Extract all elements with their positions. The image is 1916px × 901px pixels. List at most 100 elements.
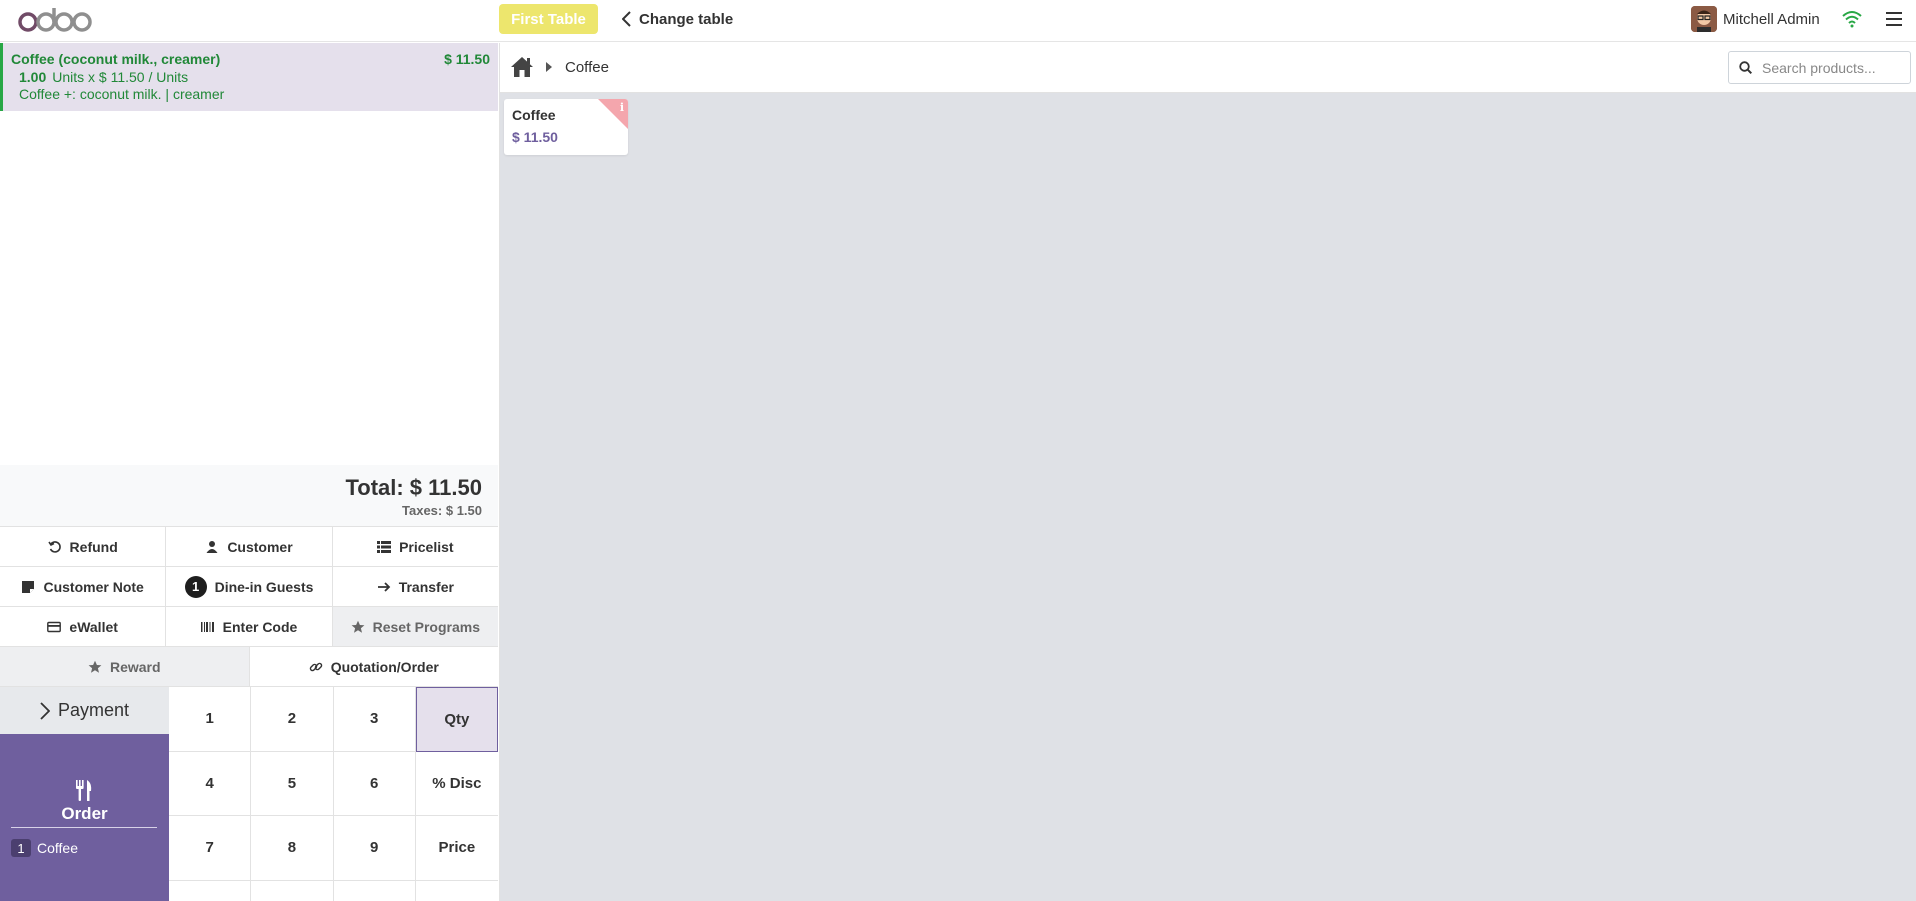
star-icon — [88, 660, 102, 673]
divider — [11, 827, 157, 828]
search-box[interactable] — [1728, 51, 1911, 84]
numpad-mode-discount[interactable]: % Disc — [415, 751, 498, 816]
star-icon — [351, 620, 365, 633]
customer-icon — [206, 540, 218, 553]
reward-label: Reward — [109, 658, 161, 675]
payment-label: Payment — [57, 700, 130, 720]
product-area: Coffee Coffee $ 11.50 i — [499, 43, 1916, 901]
top-navbar: First Table Change table Mitchell Admin — [0, 0, 1916, 42]
numpad-key[interactable]: 0 — [251, 880, 334, 901]
reset-programs-label: Reset Programs — [372, 618, 481, 635]
home-icon[interactable] — [510, 56, 534, 78]
ewallet-label: eWallet — [69, 618, 118, 635]
dine-in-guests-button[interactable]: 1 Dine-in Guests — [166, 567, 333, 606]
search-icon — [1739, 61, 1752, 74]
numpad-mode-price[interactable]: Price — [415, 816, 498, 881]
ewallet-button[interactable]: eWallet — [0, 607, 167, 646]
breadcrumb: Coffee — [500, 43, 1916, 93]
numpad: 1 2 3 Qty 4 5 6 % Disc 7 8 9 Price +/- 0… — [169, 687, 498, 901]
user-name: Mitchell Admin — [1723, 10, 1820, 28]
control-row: eWallet Enter Code Reset Programs — [0, 606, 498, 646]
current-table-label: First Table — [511, 10, 586, 28]
pending-item-qty: 1 — [11, 839, 31, 857]
wallet-icon — [47, 621, 62, 632]
user-menu[interactable]: Mitchell Admin — [1691, 6, 1820, 32]
numpad-key[interactable]: 9 — [333, 816, 416, 881]
transfer-icon — [377, 581, 390, 592]
info-icon[interactable]: i — [620, 101, 624, 114]
pricelist-icon — [377, 540, 392, 553]
order-pane: Coffee (coconut milk., creamer) $ 11.50 … — [0, 43, 498, 901]
customer-note-label: Customer Note — [43, 578, 144, 595]
pending-order-item: 1 Coffee — [11, 839, 78, 857]
numpad-decimal[interactable]: . — [333, 880, 416, 901]
numpad-backspace[interactable]: ⌫ — [415, 880, 498, 901]
wifi-icon[interactable] — [1842, 10, 1862, 28]
hamburger-icon[interactable] — [1886, 11, 1904, 27]
customer-label: Customer — [227, 538, 293, 555]
order-line-price: $ 11.50 — [444, 51, 490, 67]
transfer-label: Transfer — [398, 578, 454, 595]
send-order-button[interactable]: Order 1 Coffee — [0, 734, 169, 901]
numpad-key[interactable]: 7 — [169, 816, 252, 881]
search-input[interactable] — [1762, 59, 1902, 76]
control-row: Customer Note 1 Dine-in Guests Transfer — [0, 566, 498, 606]
dine-in-guests-label: Dine-in Guests — [214, 578, 314, 595]
order-total: Total: $ 11.50 — [345, 475, 482, 500]
order-totals: Total: $ 11.50 Taxes: $ 1.50 — [0, 465, 498, 526]
enter-code-button[interactable]: Enter Code — [166, 607, 333, 646]
avatar — [1691, 6, 1717, 32]
numpad-key[interactable]: 3 — [333, 687, 416, 752]
enter-code-label: Enter Code — [222, 618, 298, 635]
pricelist-label: Pricelist — [399, 538, 454, 555]
breadcrumb-category[interactable]: Coffee — [565, 59, 609, 76]
numpad-key[interactable]: 2 — [251, 687, 334, 752]
quotation-order-label: Quotation/Order — [330, 658, 439, 675]
refund-icon — [47, 540, 61, 553]
order-line-qty-row: 1.00 Units x $ 11.50 / Units — [19, 69, 490, 85]
quotation-order-button[interactable]: Quotation/Order — [249, 647, 498, 686]
product-card[interactable]: Coffee $ 11.50 i — [504, 99, 628, 155]
order-line-unit-text: Units x $ 11.50 / Units — [52, 69, 189, 85]
send-order-label: Order — [61, 804, 108, 823]
guests-count-badge: 1 — [184, 575, 207, 598]
refund-button[interactable]: Refund — [0, 527, 167, 566]
chevron-right-icon — [546, 62, 552, 72]
customer-button[interactable]: Customer — [166, 527, 333, 566]
odoo-logo — [18, 8, 92, 32]
chevron-left-icon — [622, 11, 631, 27]
fork-knife-icon — [76, 780, 92, 801]
customer-note-button[interactable]: Customer Note — [0, 567, 167, 606]
numpad-key[interactable]: 4 — [169, 751, 252, 816]
product-price: $ 11.50 — [512, 129, 558, 145]
payment-area: Payment Order 1 Coffee 1 2 3 Qty 4 5 6 %… — [0, 686, 498, 901]
transfer-button[interactable]: Transfer — [332, 567, 498, 606]
refund-label: Refund — [69, 538, 118, 555]
numpad-key[interactable]: 8 — [251, 816, 334, 881]
reward-button[interactable]: Reward — [0, 647, 250, 686]
order-taxes: Taxes: $ 1.50 — [402, 503, 482, 518]
current-table-badge[interactable]: First Table — [499, 4, 598, 34]
link-icon — [309, 662, 322, 671]
payment-button[interactable]: Payment — [0, 687, 169, 734]
order-line[interactable]: Coffee (coconut milk., creamer) $ 11.50 … — [0, 43, 498, 111]
control-buttons: Refund Customer Pricelist Customer Note … — [0, 526, 498, 686]
change-table-label: Change table — [639, 10, 734, 28]
product-name: Coffee — [512, 107, 556, 123]
change-table-button[interactable]: Change table — [622, 8, 733, 30]
pricelist-button[interactable]: Pricelist — [332, 527, 498, 566]
numpad-sign-toggle[interactable]: +/- — [169, 880, 252, 901]
chevron-right-icon — [40, 701, 50, 720]
order-line-name: Coffee (coconut milk., creamer) — [11, 51, 221, 67]
note-icon — [22, 580, 35, 593]
numpad-key[interactable]: 6 — [333, 751, 416, 816]
control-row: Refund Customer Pricelist — [0, 526, 498, 566]
control-row: Reward Quotation/Order — [0, 646, 498, 686]
numpad-key[interactable]: 5 — [251, 751, 334, 816]
reset-programs-button[interactable]: Reset Programs — [332, 607, 498, 646]
barcode-icon — [200, 621, 214, 632]
numpad-key[interactable]: 1 — [169, 687, 252, 752]
order-line-qty: 1.00 — [19, 69, 47, 85]
numpad-mode-qty[interactable]: Qty — [415, 687, 498, 752]
pending-item-name: Coffee — [37, 840, 78, 856]
